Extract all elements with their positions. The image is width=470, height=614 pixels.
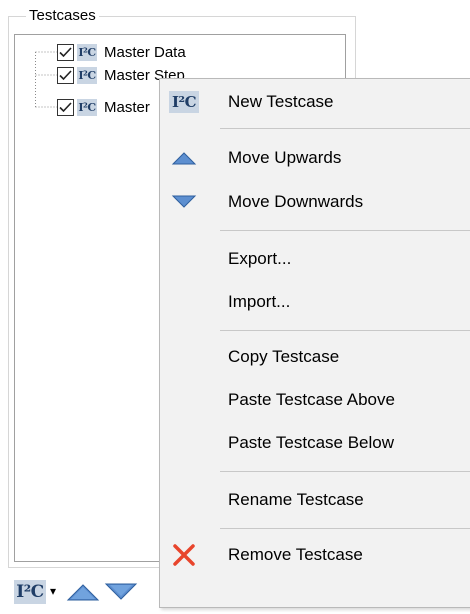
triangle-up-icon [171,152,197,165]
context-menu: I²C New Testcase Move Upwards Move Downw… [159,78,470,608]
checkmark-icon [59,69,72,80]
menu-item-label: Rename Testcase [228,490,364,509]
menu-item-label: Paste Testcase Below [228,433,394,452]
menu-item-export[interactable]: Export... [160,239,470,279]
testcase-icon: I²C [77,98,97,116]
menu-item-label: Move Upwards [228,148,342,167]
menu-item-rename-testcase[interactable]: Rename Testcase [160,480,470,520]
move-up-button[interactable] [66,582,100,602]
menu-item-move-downwards[interactable]: Move Downwards [160,182,470,222]
menu-separator [220,128,470,129]
move-down-button[interactable] [104,582,138,602]
triangle-down-icon [171,195,197,208]
menu-item-label: New Testcase [228,92,334,111]
menu-separator [220,230,470,231]
checkbox[interactable] [57,43,74,61]
testcase-icon: I²C [77,66,97,84]
menu-item-label: Export... [228,249,292,268]
menu-separator [220,471,470,472]
checkbox[interactable] [57,66,74,84]
tree-item-master[interactable]: I²C Master [57,96,150,118]
testcase-icon: I²C [169,91,199,113]
menu-item-paste-testcase-above[interactable]: Paste Testcase Above [160,380,470,420]
menu-item-new-testcase[interactable]: I²C New Testcase [160,82,470,122]
tree-item-label: Master [104,98,150,116]
menu-item-paste-testcase-below[interactable]: Paste Testcase Below [160,423,470,463]
menu-item-label: Copy Testcase [228,347,340,366]
menu-item-move-upwards[interactable]: Move Upwards [160,138,470,178]
menu-item-label: Move Downwards [228,192,364,211]
chevron-down-icon[interactable]: ▾ [50,584,56,598]
tree-item-label: Master Data [104,43,186,61]
menu-item-label: Import... [228,292,291,311]
testcase-icon: I²C [77,43,97,61]
menu-item-copy-testcase[interactable]: Copy Testcase [160,337,470,377]
remove-x-icon [173,544,195,566]
menu-separator [220,330,470,331]
checkbox[interactable] [57,98,74,116]
menu-separator [220,528,470,529]
checkmark-icon [59,101,72,112]
menu-item-remove-testcase[interactable]: Remove Testcase [160,535,470,575]
checkmark-icon [59,46,72,57]
menu-item-label: Paste Testcase Above [228,390,395,409]
tree-item-master-data[interactable]: I²C Master Data [57,41,186,63]
testcases-group-title: Testcases [26,7,99,25]
new-testcase-button[interactable]: I²C [14,580,46,604]
menu-item-label: Remove Testcase [228,545,363,564]
menu-item-import[interactable]: Import... [160,282,470,322]
